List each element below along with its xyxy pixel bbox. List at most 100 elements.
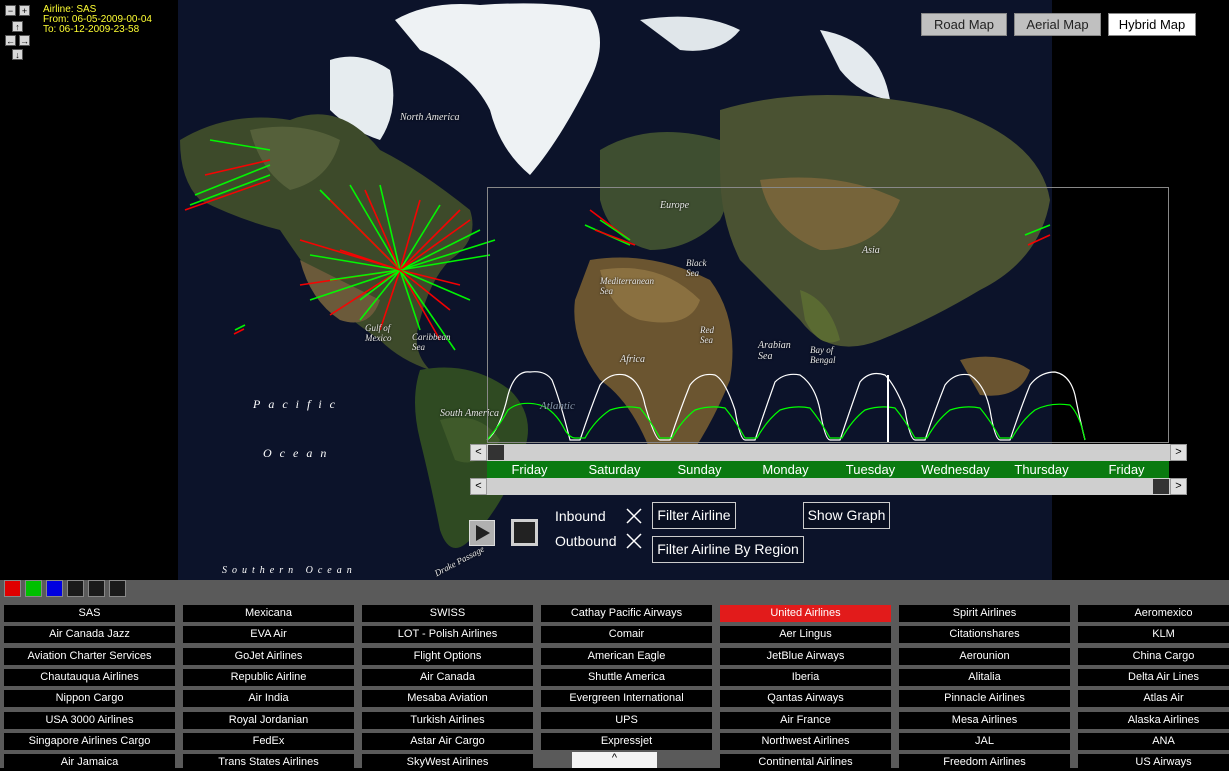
outbound-toggle-x-icon[interactable]: [625, 532, 643, 550]
airline-button[interactable]: Alaska Airlines: [1078, 712, 1229, 729]
airline-button[interactable]: Comair: [541, 626, 712, 643]
airline-button[interactable]: Mesaba Aviation: [362, 690, 533, 707]
airline-button[interactable]: Singapore Airlines Cargo: [4, 733, 175, 750]
airline-button[interactable]: Air France: [720, 712, 891, 729]
airline-button[interactable]: UPS: [541, 712, 712, 729]
airline-button[interactable]: Atlas Air: [1078, 690, 1229, 707]
stop-button[interactable]: [511, 519, 538, 546]
color-swatch-empty[interactable]: [109, 580, 126, 597]
filter-airline-button[interactable]: Filter Airline: [652, 502, 736, 529]
airline-button[interactable]: Pinnacle Airlines: [899, 690, 1070, 707]
pan-left-button[interactable]: ←: [5, 35, 16, 46]
timeline-scrollbar-bottom[interactable]: < >: [470, 478, 1187, 495]
label-gulf-of-mexico: Gulf of Mexico: [365, 323, 392, 343]
airline-button[interactable]: American Eagle: [541, 648, 712, 665]
timeline-bottom-thumb[interactable]: [1153, 479, 1169, 494]
timeline-bottom-right-arrow[interactable]: >: [1170, 478, 1187, 495]
inbound-label: Inbound: [555, 508, 606, 524]
airline-button[interactable]: Chautauqua Airlines: [4, 669, 175, 686]
airline-button[interactable]: Aerounion: [899, 648, 1070, 665]
timeline-top-left-arrow[interactable]: <: [470, 444, 487, 461]
airline-button[interactable]: Northwest Airlines: [720, 733, 891, 750]
day-label: Friday: [511, 462, 548, 477]
airline-button[interactable]: Aeromexico: [1078, 605, 1229, 622]
airline-button[interactable]: Spirit Airlines: [899, 605, 1070, 622]
day-label: Wednesday: [921, 462, 990, 477]
airline-button[interactable]: Freedom Airlines: [899, 754, 1070, 771]
airline-button[interactable]: Air Jamaica: [4, 754, 175, 771]
selection-region-box[interactable]: [487, 187, 1169, 443]
aerial-map-button[interactable]: Aerial Map: [1014, 13, 1101, 36]
day-label: Saturday: [588, 462, 641, 477]
airline-button[interactable]: Alitalia: [899, 669, 1070, 686]
airline-button[interactable]: Qantas Airways: [720, 690, 891, 707]
airline-button[interactable]: Expressjet: [541, 733, 712, 750]
hybrid-map-button[interactable]: Hybrid Map: [1108, 13, 1196, 36]
day-label: Thursday: [1014, 462, 1069, 477]
timeline-bottom-left-arrow[interactable]: <: [470, 478, 487, 495]
airline-button[interactable]: Mesa Airlines: [899, 712, 1070, 729]
airline-button[interactable]: Nippon Cargo: [4, 690, 175, 707]
color-swatch-empty[interactable]: [88, 580, 105, 597]
airline-button[interactable]: Continental Airlines: [720, 754, 891, 771]
airline-button[interactable]: GoJet Airlines: [183, 648, 354, 665]
airline-button[interactable]: Astar Air Cargo: [362, 733, 533, 750]
color-swatch-blue[interactable]: [46, 580, 63, 597]
label-southern-ocean: Southern Ocean: [222, 565, 357, 576]
airline-button[interactable]: USA 3000 Airlines: [4, 712, 175, 729]
airline-button[interactable]: Delta Air Lines: [1078, 669, 1229, 686]
airline-button[interactable]: SWISS: [362, 605, 533, 622]
airline-button[interactable]: Trans States Airlines: [183, 754, 354, 771]
airline-button[interactable]: ANA: [1078, 733, 1229, 750]
zoom-out-button[interactable]: −: [5, 5, 16, 16]
pan-down-button[interactable]: ↓: [12, 49, 23, 60]
timeline-top-thumb[interactable]: [488, 445, 504, 460]
airline-button[interactable]: Flight Options: [362, 648, 533, 665]
pan-up-button[interactable]: ↑: [12, 21, 23, 32]
pan-right-button[interactable]: →: [19, 35, 30, 46]
airline-button[interactable]: Royal Jordanian: [183, 712, 354, 729]
filter-airline-by-region-button[interactable]: Filter Airline By Region: [652, 536, 804, 563]
airline-button[interactable]: Cathay Pacific Airways: [541, 605, 712, 622]
airline-button[interactable]: FedEx: [183, 733, 354, 750]
airline-button[interactable]: Citationshares: [899, 626, 1070, 643]
airline-button[interactable]: SAS: [4, 605, 175, 622]
color-swatch-empty[interactable]: [67, 580, 84, 597]
airline-button[interactable]: KLM: [1078, 626, 1229, 643]
inbound-toggle-x-icon[interactable]: [625, 507, 643, 525]
airline-button[interactable]: Evergreen International: [541, 690, 712, 707]
road-map-button[interactable]: Road Map: [921, 13, 1007, 36]
label-ocean: Ocean: [263, 446, 335, 460]
airline-button[interactable]: JetBlue Airways: [720, 648, 891, 665]
timeline-top-right-arrow[interactable]: >: [1170, 444, 1187, 461]
day-label: Sunday: [677, 462, 722, 477]
query-info: Airline: SAS From: 06-05-2009-00-04 To: …: [43, 5, 152, 35]
color-swatch-green[interactable]: [25, 580, 42, 597]
airline-button[interactable]: JAL: [899, 733, 1070, 750]
airline-button[interactable]: Mexicana: [183, 605, 354, 622]
airline-button[interactable]: Air Canada: [362, 669, 533, 686]
airline-button[interactable]: LOT - Polish Airlines: [362, 626, 533, 643]
airline-button[interactable]: Air India: [183, 690, 354, 707]
airline-button[interactable]: China Cargo: [1078, 648, 1229, 665]
airline-button[interactable]: Air Canada Jazz: [4, 626, 175, 643]
timeline-days-bar[interactable]: Friday Saturday Sunday Monday Tuesday We…: [487, 461, 1169, 478]
zoom-in-button[interactable]: +: [19, 5, 30, 16]
day-label: Friday: [1108, 462, 1145, 477]
play-button[interactable]: [469, 520, 495, 546]
airline-button[interactable]: SkyWest Airlines: [362, 754, 533, 771]
airline-button[interactable]: United Airlines: [720, 605, 891, 622]
airline-button[interactable]: EVA Air: [183, 626, 354, 643]
label-pacific: Pacific: [253, 397, 343, 411]
airline-button[interactable]: Turkish Airlines: [362, 712, 533, 729]
collapse-panel-tab[interactable]: ^: [572, 752, 657, 768]
airline-button[interactable]: Iberia: [720, 669, 891, 686]
airline-button[interactable]: Aer Lingus: [720, 626, 891, 643]
airline-button[interactable]: US Airways: [1078, 754, 1229, 771]
timeline-scrollbar-top[interactable]: < >: [470, 444, 1187, 461]
show-graph-button[interactable]: Show Graph: [803, 502, 890, 529]
airline-button[interactable]: Republic Airline: [183, 669, 354, 686]
color-swatch-red[interactable]: [4, 580, 21, 597]
airline-button[interactable]: Shuttle America: [541, 669, 712, 686]
airline-button[interactable]: Aviation Charter Services: [4, 648, 175, 665]
